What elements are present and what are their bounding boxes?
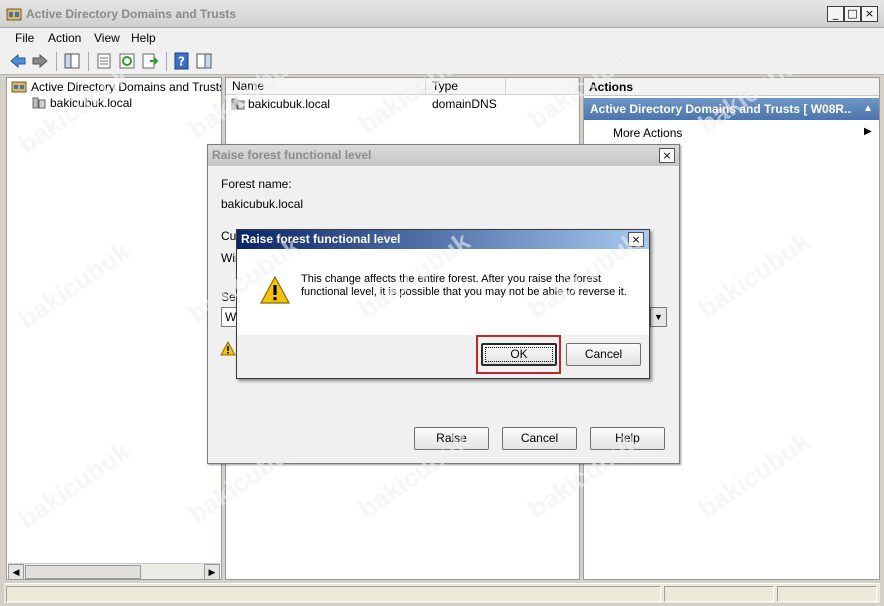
dropdown-arrow-icon[interactable]: ▼ <box>650 308 666 326</box>
confirm-dialog-body: This change affects the entire forest. A… <box>237 249 649 335</box>
horizontal-scrollbar[interactable]: ◀ ▶ <box>8 563 220 580</box>
forest-name-value: bakicubuk.local <box>221 197 304 211</box>
scroll-thumb[interactable] <box>25 565 141 579</box>
toolbar-separator <box>56 52 57 71</box>
toolbar: ? <box>0 48 884 75</box>
export-list-icon[interactable] <box>141 52 159 70</box>
dialog-title: Raise forest functional level <box>208 145 679 166</box>
domain-icon <box>32 97 46 109</box>
ad-domains-trusts-icon <box>6 8 22 21</box>
confirm-close-button[interactable]: × <box>628 232 644 247</box>
forward-icon[interactable] <box>31 52 49 70</box>
more-actions-item[interactable]: More Actions <box>613 126 682 140</box>
window-title: Active Directory Domains and Trusts <box>26 7 237 21</box>
minimize-button[interactable]: _ <box>827 6 844 22</box>
close-button[interactable]: × <box>861 6 878 22</box>
column-header-empty <box>506 78 579 95</box>
toolbar-separator <box>166 52 167 71</box>
properties-icon[interactable] <box>95 52 113 70</box>
table-row[interactable]: bakicubuk.local domainDNS <box>226 96 579 113</box>
help-button[interactable]: Help <box>590 427 665 450</box>
menu-action[interactable]: Action <box>48 31 81 45</box>
domain-icon <box>231 98 245 110</box>
title-bar: Active Directory Domains and Trusts _ □ … <box>0 0 884 28</box>
status-cell-2 <box>664 586 774 602</box>
help-icon[interactable]: ? <box>173 52 191 70</box>
tree-domain-item[interactable]: bakicubuk.local <box>50 96 132 110</box>
confirm-dialog-title: Raise forest functional level <box>237 230 649 249</box>
menu-bar: File Action View Help <box>0 28 884 48</box>
forest-name-label: Forest name: <box>221 177 292 191</box>
show-hide-action-pane-icon[interactable] <box>195 52 213 70</box>
toolbar-separator <box>88 52 89 71</box>
confirm-message: This change affects the entire forest. A… <box>301 273 627 298</box>
status-cell-main <box>6 586 661 602</box>
status-bar <box>4 583 880 603</box>
scroll-right-button[interactable]: ▶ <box>204 564 220 580</box>
raise-button[interactable]: Raise <box>414 427 489 450</box>
menu-view[interactable]: View <box>94 31 120 45</box>
column-header-type[interactable]: Type <box>426 78 506 95</box>
dialog-close-button[interactable]: × <box>659 148 675 163</box>
warning-icon <box>220 341 236 356</box>
confirm-cancel-button[interactable]: Cancel <box>566 343 641 366</box>
ok-highlight-box <box>476 335 561 374</box>
tree-root-item[interactable]: Active Directory Domains and Trusts [ W <box>31 80 221 94</box>
ad-domains-trusts-icon <box>11 81 27 93</box>
row-name: bakicubuk.local <box>248 97 331 111</box>
warning-icon <box>259 275 291 304</box>
scroll-left-button[interactable]: ◀ <box>8 564 24 580</box>
refresh-icon[interactable] <box>118 52 136 70</box>
collapse-up-icon[interactable]: ▲ <box>863 98 873 120</box>
menu-file[interactable]: File <box>15 31 34 45</box>
actions-header: Actions <box>584 78 879 96</box>
show-hide-console-tree-icon[interactable] <box>63 52 81 70</box>
maximize-button[interactable]: □ <box>844 6 861 22</box>
back-icon[interactable] <box>9 52 27 70</box>
level-select-value: W <box>225 310 237 324</box>
status-cell-3 <box>777 586 877 602</box>
console-tree-pane: Active Directory Domains and Trusts [ W … <box>6 77 222 580</box>
submenu-arrow-icon: ▶ <box>864 126 872 137</box>
row-type: domainDNS <box>432 97 497 111</box>
actions-section-label: Active Directory Domains and Trusts [ W0… <box>590 102 852 116</box>
confirm-dialog: Raise forest functional level × This cha… <box>236 229 650 379</box>
menu-help[interactable]: Help <box>131 31 156 45</box>
actions-section-header[interactable]: Active Directory Domains and Trusts [ W0… <box>584 98 879 120</box>
svg-text:?: ? <box>178 55 185 69</box>
cancel-button[interactable]: Cancel <box>502 427 577 450</box>
column-header-name[interactable]: Name <box>226 78 426 95</box>
